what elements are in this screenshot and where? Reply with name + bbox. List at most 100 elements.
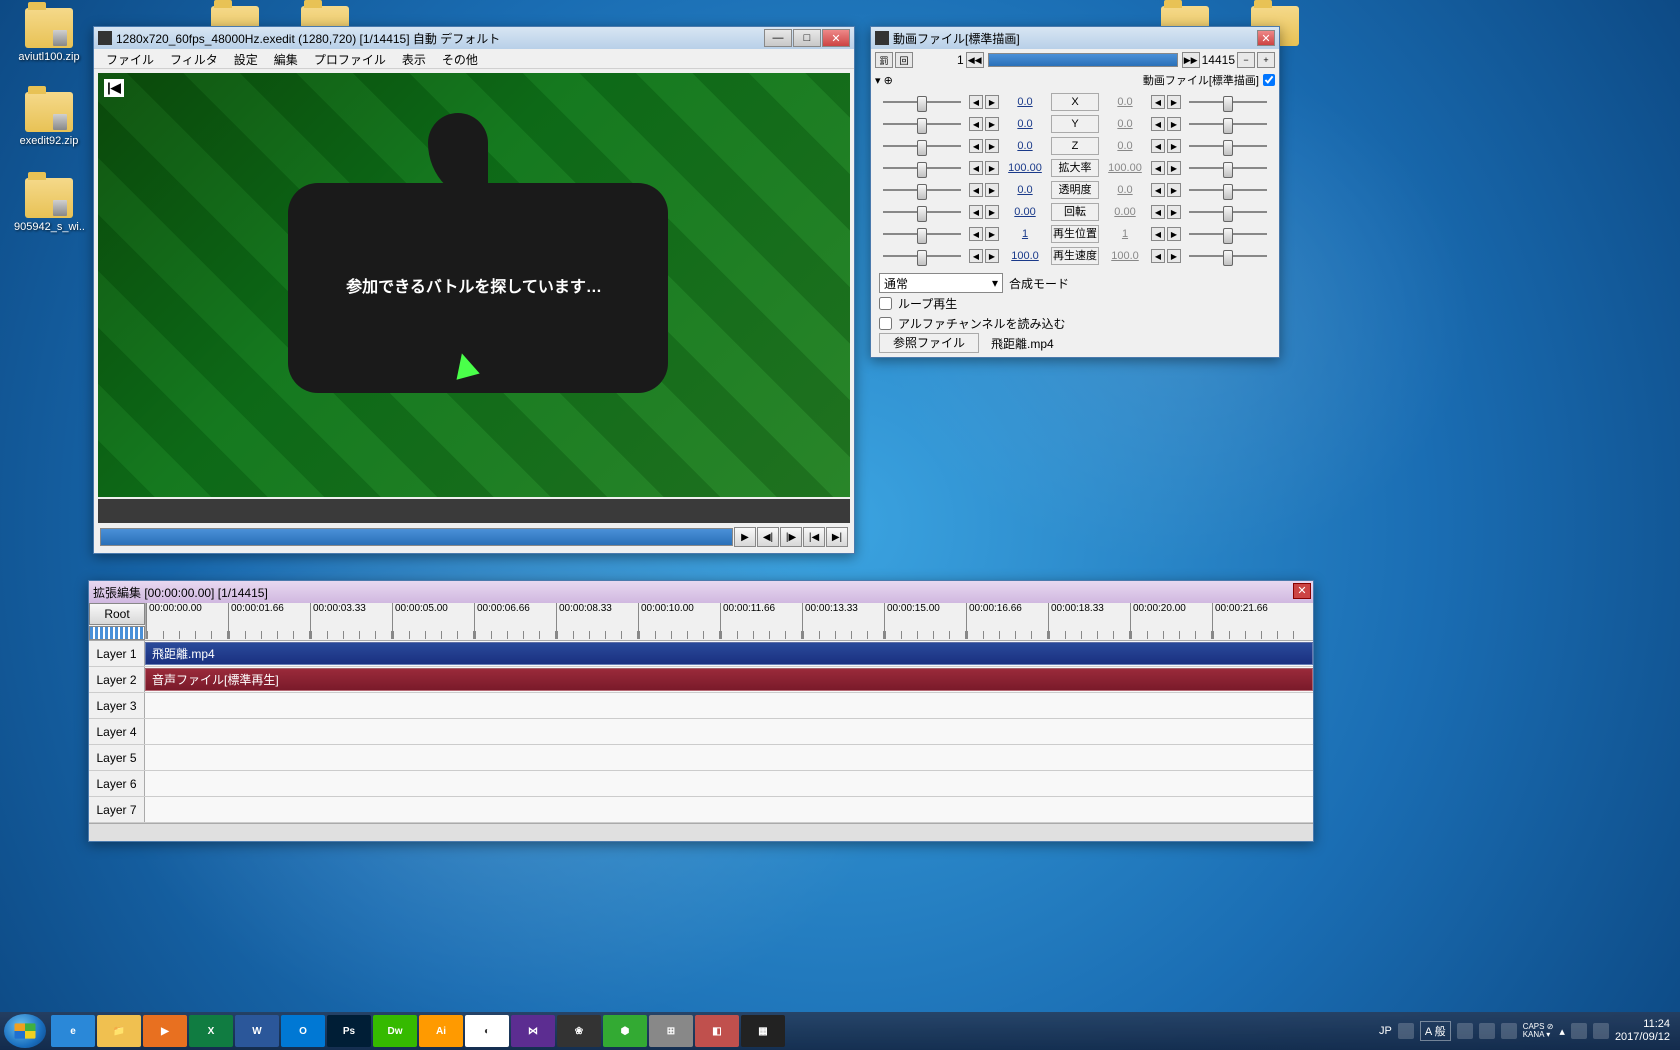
spin-up-button[interactable]: ▶ <box>1167 117 1181 131</box>
tray-icon[interactable] <box>1479 1023 1495 1039</box>
zoom-slider[interactable] <box>89 626 145 640</box>
taskbar-app-icon[interactable]: ⊞ <box>649 1015 693 1047</box>
spin-down-button[interactable]: ◀ <box>969 183 983 197</box>
slider[interactable] <box>1183 138 1273 154</box>
titlebar[interactable]: 拡張編集 [00:00:00.00] [1/14415] <box>89 581 1313 603</box>
step-back-button[interactable]: ◀| <box>757 527 779 547</box>
spin-down-button[interactable]: ◀ <box>1151 117 1165 131</box>
taskbar-app-icon[interactable]: Dw <box>373 1015 417 1047</box>
spin-down-button[interactable]: ◀ <box>969 227 983 241</box>
root-scene-button[interactable]: Root <box>89 603 145 625</box>
layer-track[interactable] <box>145 771 1313 796</box>
menu-item[interactable]: その他 <box>434 49 486 68</box>
taskbar-app-icon[interactable]: ▶ <box>143 1015 187 1047</box>
value-right[interactable]: 0.0 <box>1101 140 1149 152</box>
titlebar[interactable]: 動画ファイル[標準描画] ✕ <box>871 27 1279 49</box>
spin-up-button[interactable]: ▶ <box>1167 95 1181 109</box>
taskbar-app-icon[interactable]: ⬢ <box>603 1015 647 1047</box>
slider[interactable] <box>877 182 967 198</box>
minimize-button[interactable]: — <box>764 29 792 47</box>
slider[interactable] <box>877 94 967 110</box>
value-right[interactable]: 0.0 <box>1101 96 1149 108</box>
spin-down-button[interactable]: ◀ <box>1151 249 1165 263</box>
value-right[interactable]: 0.0 <box>1101 118 1149 130</box>
desktop-icon[interactable]: exedit92.zip <box>14 92 84 147</box>
layer-track[interactable]: 飛距離.mp4 <box>145 641 1313 666</box>
horizontal-scrollbar[interactable] <box>89 823 1313 841</box>
minus-button[interactable]: − <box>1237 52 1255 68</box>
spin-up-button[interactable]: ▶ <box>1167 249 1181 263</box>
seek-bar[interactable] <box>100 528 733 546</box>
loop-checkbox[interactable] <box>879 297 892 310</box>
spin-up-button[interactable]: ▶ <box>985 249 999 263</box>
taskbar-app-icon[interactable]: ⋈ <box>511 1015 555 1047</box>
layer-label[interactable]: Layer 1 <box>89 641 145 666</box>
value-right[interactable]: 100.00 <box>1101 162 1149 174</box>
layer-label[interactable]: Layer 3 <box>89 693 145 718</box>
menu-item[interactable]: 表示 <box>394 49 434 68</box>
alpha-checkbox[interactable] <box>879 317 892 330</box>
slider[interactable] <box>1183 226 1273 242</box>
layer-label[interactable]: Layer 5 <box>89 745 145 770</box>
taskbar-app-icon[interactable]: ▦ <box>741 1015 785 1047</box>
titlebar[interactable]: 1280x720_60fps_48000Hz.exedit (1280,720)… <box>94 27 854 49</box>
taskbar-app-icon[interactable]: X <box>189 1015 233 1047</box>
taskbar-app-icon[interactable]: Ps <box>327 1015 371 1047</box>
play-button[interactable]: ▶ <box>734 527 756 547</box>
spin-up-button[interactable]: ▶ <box>985 183 999 197</box>
close-button[interactable]: ✕ <box>1293 583 1311 599</box>
taskbar-app-icon[interactable]: ❀ <box>557 1015 601 1047</box>
slider[interactable] <box>1183 182 1273 198</box>
layer-track[interactable] <box>145 693 1313 718</box>
clock[interactable]: 11:24 2017/09/12 <box>1615 1018 1670 1044</box>
layer-label[interactable]: Layer 4 <box>89 719 145 744</box>
menu-item[interactable]: 編集 <box>266 49 306 68</box>
layer-track[interactable]: 音声ファイル[標準再生] <box>145 667 1313 692</box>
frame-next-button[interactable]: ▶▶ <box>1182 52 1200 68</box>
time-ruler[interactable]: 00:00:00.0000:00:01.6600:00:03.3300:00:0… <box>145 603 1313 639</box>
tray-icon[interactable] <box>1398 1023 1414 1039</box>
close-button[interactable]: ✕ <box>1257 30 1275 46</box>
spin-down-button[interactable]: ◀ <box>1151 183 1165 197</box>
layer-track[interactable] <box>145 719 1313 744</box>
spin-up-button[interactable]: ▶ <box>1167 227 1181 241</box>
caps-kana-indicator[interactable]: CAPS ⊘ KANA ▾ <box>1523 1023 1554 1039</box>
menu-item[interactable]: フィルタ <box>162 49 226 68</box>
spin-down-button[interactable]: ◀ <box>1151 95 1165 109</box>
enable-checkbox[interactable] <box>1263 74 1275 86</box>
value-left[interactable]: 0.0 <box>1001 184 1049 196</box>
value-left[interactable]: 100.00 <box>1001 162 1049 174</box>
layer-label[interactable]: Layer 7 <box>89 797 145 822</box>
menu-item[interactable]: ファイル <box>98 49 162 68</box>
spin-down-button[interactable]: ◀ <box>969 249 983 263</box>
taskbar-app-icon[interactable]: e <box>51 1015 95 1047</box>
spin-up-button[interactable]: ▶ <box>985 205 999 219</box>
value-left[interactable]: 0.0 <box>1001 118 1049 130</box>
value-left[interactable]: 100.0 <box>1001 250 1049 262</box>
slider[interactable] <box>877 204 967 220</box>
spin-up-button[interactable]: ▶ <box>985 117 999 131</box>
value-left[interactable]: 0.00 <box>1001 206 1049 218</box>
slider[interactable] <box>877 160 967 176</box>
blend-mode-select[interactable]: 通常▾ <box>879 273 1003 293</box>
menu-item[interactable]: 設定 <box>226 49 266 68</box>
spin-down-button[interactable]: ◀ <box>969 95 983 109</box>
tray-icon[interactable] <box>1501 1023 1517 1039</box>
spin-down-button[interactable]: ◀ <box>969 205 983 219</box>
slider[interactable] <box>877 116 967 132</box>
ime-indicator[interactable]: A 般 <box>1420 1021 1451 1041</box>
taskbar-app-icon[interactable]: Ai <box>419 1015 463 1047</box>
value-right[interactable]: 1 <box>1101 228 1149 240</box>
value-right[interactable]: 0.00 <box>1101 206 1149 218</box>
tray-icon[interactable] <box>1457 1023 1473 1039</box>
audio-clip[interactable]: 音声ファイル[標準再生] <box>145 668 1313 691</box>
spin-up-button[interactable]: ▶ <box>985 139 999 153</box>
taskbar-app-icon[interactable]: ◧ <box>695 1015 739 1047</box>
desktop-icon[interactable]: aviutl100.zip <box>14 8 84 63</box>
spin-up-button[interactable]: ▶ <box>1167 161 1181 175</box>
spin-down-button[interactable]: ◀ <box>1151 161 1165 175</box>
step-fwd-button[interactable]: |▶ <box>780 527 802 547</box>
value-left[interactable]: 0.0 <box>1001 96 1049 108</box>
maximize-button[interactable]: □ <box>793 29 821 47</box>
taskbar-app-icon[interactable]: ◐ <box>465 1015 509 1047</box>
